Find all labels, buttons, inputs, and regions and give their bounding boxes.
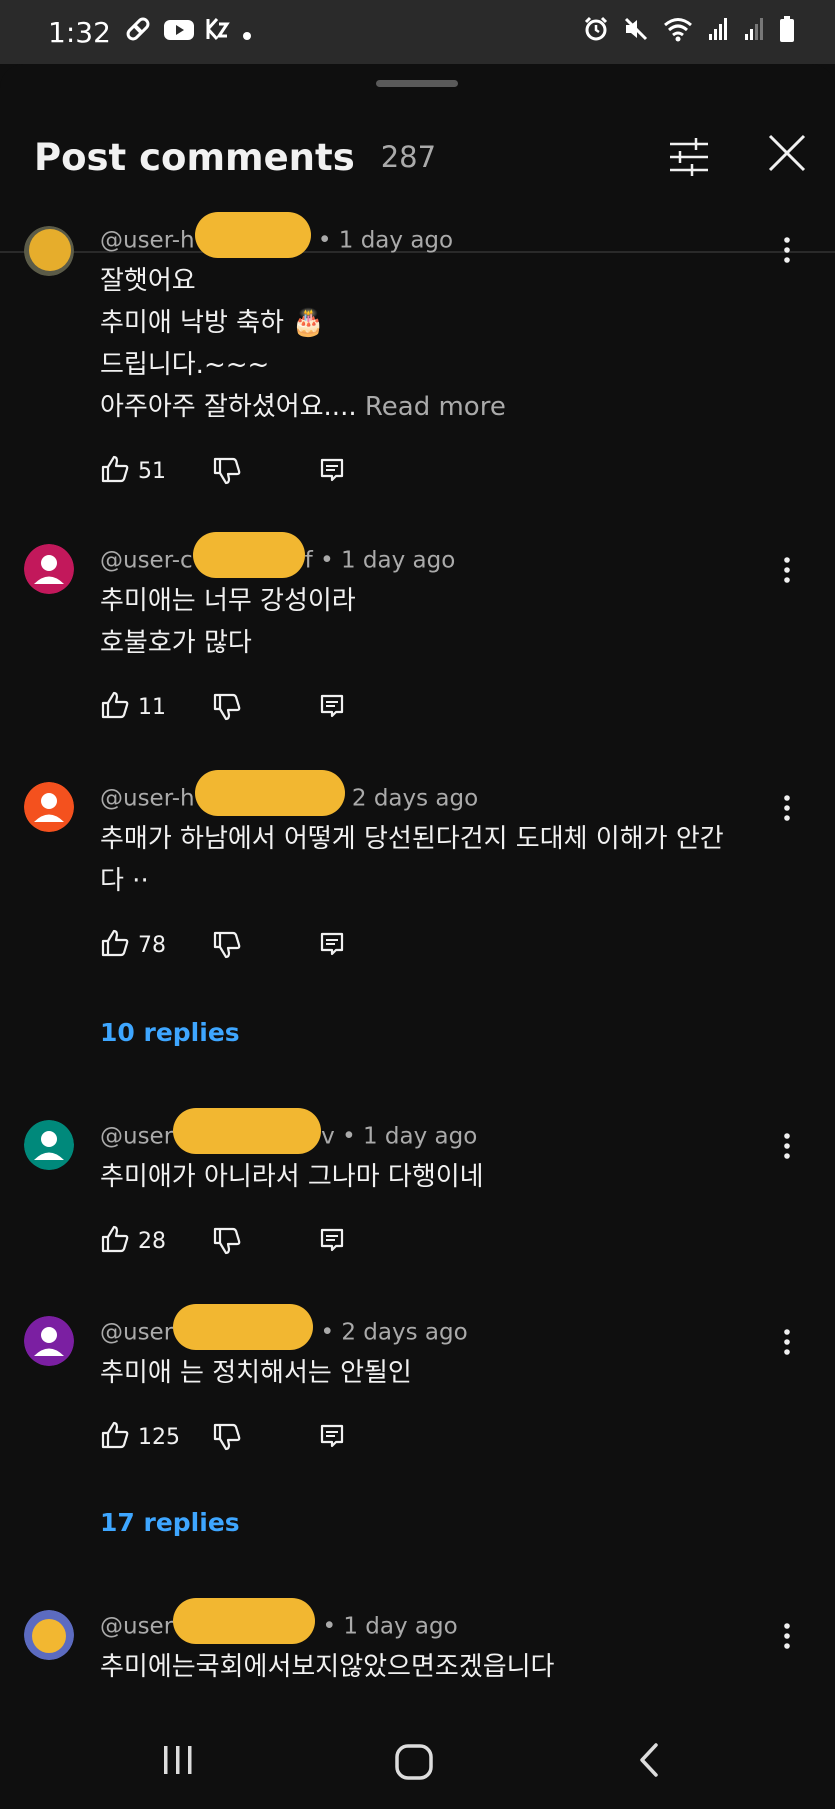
redaction-mark — [194, 212, 311, 258]
comment-author[interactable]: @user-h — [100, 228, 195, 254]
comment-meta: @user • 1 day ago — [100, 1598, 458, 1644]
comment-time: • 2 days ago — [320, 1319, 468, 1346]
comment-author[interactable]: @user-c — [100, 548, 193, 574]
read-more-link[interactable]: Read more — [365, 392, 506, 422]
comment-text: 추미애가 아니라서 그나마 다행이네 — [100, 1162, 484, 1192]
comment-actions: 11 — [100, 690, 360, 730]
comment-actions: 28 — [100, 1224, 360, 1264]
recent-apps-icon[interactable] — [160, 1742, 196, 1782]
more-options-icon[interactable] — [772, 790, 802, 826]
battery-icon — [779, 15, 795, 50]
like-button[interactable]: 78 — [100, 928, 166, 962]
alarm-icon — [583, 16, 609, 49]
comment-time: • 1 day ago — [317, 227, 454, 254]
comment-text: 추미애는 너무 강성이라 호불호가 많다 — [100, 586, 356, 658]
more-options-icon[interactable] — [772, 552, 802, 588]
thumbs-up-icon — [100, 454, 130, 488]
thumbs-up-icon — [100, 928, 130, 962]
avatar[interactable] — [24, 1316, 74, 1366]
back-icon[interactable] — [634, 1740, 664, 1784]
signal-icon-2 — [743, 16, 765, 49]
reply-icon[interactable] — [318, 930, 346, 962]
avatar[interactable] — [24, 1120, 74, 1170]
avatar[interactable] — [24, 1610, 74, 1660]
comment-actions: 78 — [100, 928, 360, 968]
drag-handle[interactable] — [376, 80, 458, 87]
comment-text: 추미에는국회에서보지않았으면조겠읍니다 — [100, 1652, 555, 1682]
like-button[interactable]: 28 — [100, 1224, 166, 1258]
filter-icon[interactable] — [666, 134, 712, 180]
view-replies-button[interactable]: 10 replies — [100, 1018, 240, 1047]
comment-text: 잘햇어요 추미애 낙방 축하 🎂 드립니다.~~~ 아주아주 잘하셨어요....… — [100, 266, 506, 422]
like-button[interactable]: 125 — [100, 1420, 180, 1454]
comment-time: • 1 day ago — [320, 547, 456, 574]
reply-icon[interactable] — [318, 1422, 346, 1454]
comment-actions: 125 — [100, 1420, 360, 1460]
comment-author[interactable]: @user — [100, 1124, 173, 1150]
thumbs-up-icon — [100, 1420, 130, 1454]
comment-text: 추미애 는 정치해서는 안될인 — [100, 1358, 412, 1388]
reply-icon[interactable] — [318, 456, 346, 488]
comments-title: Post comments — [34, 135, 355, 179]
mute-icon — [623, 16, 649, 49]
close-icon[interactable] — [764, 130, 810, 176]
thumbs-up-icon — [100, 1224, 130, 1258]
thumbs-down-icon[interactable] — [212, 1422, 242, 1456]
thumbs-down-icon[interactable] — [212, 692, 242, 726]
like-count: 51 — [138, 458, 166, 484]
status-bar: 1:32 — [0, 0, 835, 64]
reply-icon[interactable] — [318, 692, 346, 724]
system-nav-bar — [0, 1700, 835, 1809]
notification-icon — [205, 16, 231, 49]
comment-meta: @user-c f • 1 day ago — [100, 532, 456, 578]
home-icon[interactable] — [394, 1742, 434, 1786]
avatar[interactable] — [24, 544, 74, 594]
like-button[interactable]: 51 — [100, 454, 166, 488]
comment-author[interactable]: @user — [100, 1614, 173, 1640]
thumbs-down-icon[interactable] — [212, 1226, 242, 1260]
comments-header: Post comments 287 — [0, 114, 835, 200]
comment-author[interactable]: @user — [100, 1320, 173, 1346]
more-options-icon[interactable] — [772, 1128, 802, 1164]
redaction-mark — [173, 1108, 322, 1154]
comment-time: • 1 day ago — [322, 1613, 458, 1640]
redaction-mark — [194, 770, 345, 816]
comments-count: 287 — [380, 140, 437, 174]
avatar[interactable] — [24, 226, 74, 276]
youtube-icon — [163, 16, 195, 49]
comment-time: • 1 day ago — [342, 1123, 478, 1150]
comment-author[interactable]: @user-h — [100, 786, 195, 812]
signal-icon — [707, 16, 729, 49]
comment-meta: @user-h • 1 day ago — [100, 212, 454, 258]
more-options-icon[interactable] — [772, 1324, 802, 1360]
redaction-mark — [192, 532, 305, 578]
like-count: 28 — [138, 1228, 166, 1254]
comment-meta: @user v • 1 day ago — [100, 1108, 478, 1154]
link-icon — [123, 14, 153, 51]
comment-text: 추매가 하남에서 어떻게 당선된다건지 도대체 이해가 안간 다 ·· — [100, 824, 724, 896]
thumbs-up-icon — [100, 690, 130, 724]
comment-actions: 51 — [100, 454, 360, 494]
wifi-icon — [663, 16, 693, 49]
like-count: 78 — [138, 932, 166, 958]
comment-meta: @user-h 2 days ago — [100, 770, 479, 816]
dot-icon — [241, 16, 253, 49]
like-button[interactable]: 11 — [100, 690, 166, 724]
more-options-icon[interactable] — [772, 232, 802, 268]
redaction-mark — [173, 1304, 314, 1350]
thumbs-down-icon[interactable] — [212, 456, 242, 490]
like-count: 11 — [138, 694, 166, 720]
avatar[interactable] — [24, 782, 74, 832]
comment-meta: @user • 2 days ago — [100, 1304, 468, 1350]
thumbs-down-icon[interactable] — [212, 930, 242, 964]
view-replies-button[interactable]: 17 replies — [100, 1508, 240, 1537]
redaction-mark — [173, 1598, 316, 1644]
more-options-icon[interactable] — [772, 1618, 802, 1654]
comment-time: 2 days ago — [351, 785, 479, 812]
like-count: 125 — [138, 1424, 180, 1450]
status-time: 1:32 — [48, 15, 111, 49]
reply-icon[interactable] — [318, 1226, 346, 1258]
